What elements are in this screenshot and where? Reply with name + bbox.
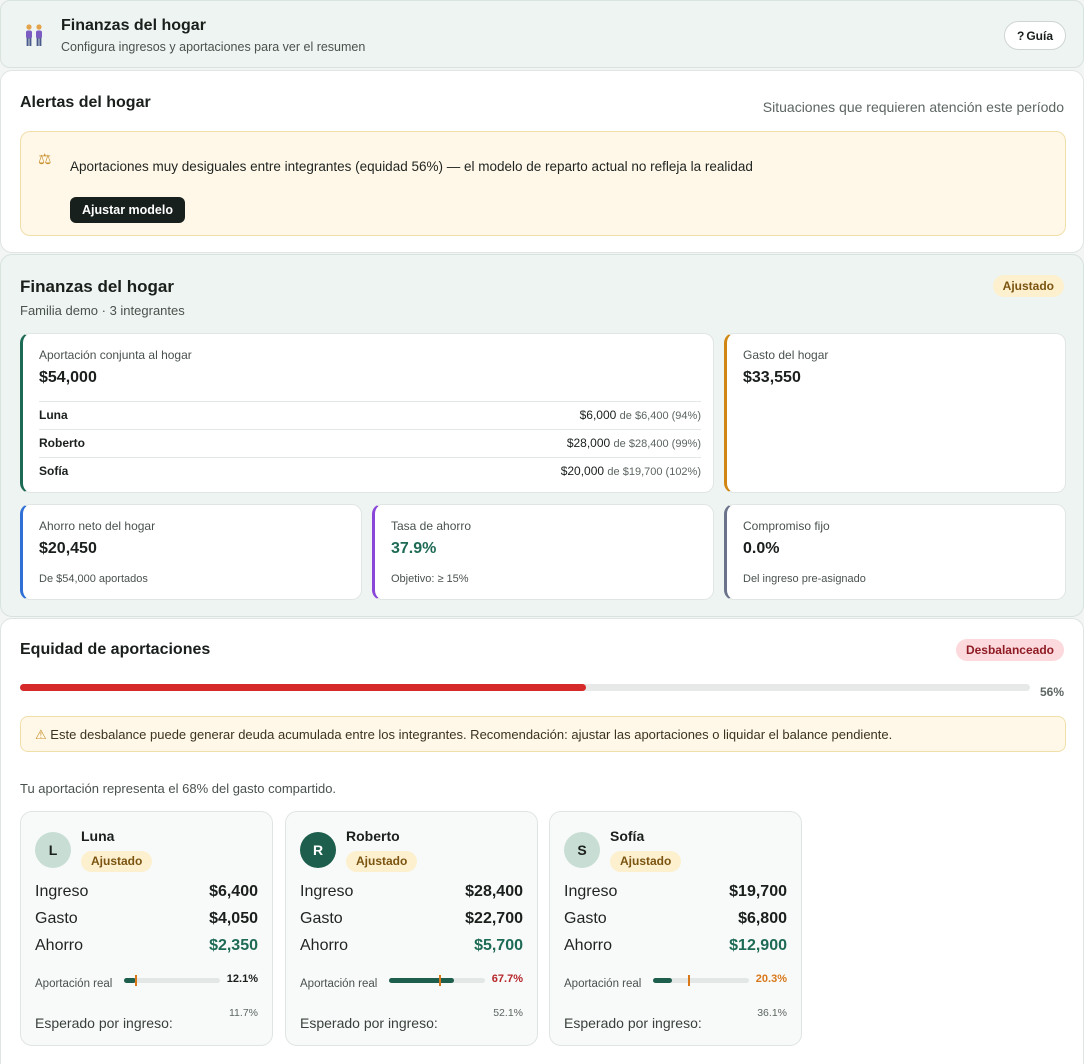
member-name: Luna xyxy=(39,408,68,422)
warning-icon: ⚠ xyxy=(35,727,47,742)
member-name: Roberto xyxy=(39,436,85,450)
rate-foot: Objetivo: ≥ 15% xyxy=(391,573,469,585)
alerts-hint: Situaciones que requieren atención este … xyxy=(762,99,1064,115)
app-subtitle: Configura ingresos y aportaciones para v… xyxy=(61,40,366,54)
expected-marker xyxy=(687,975,690,986)
avatar: L xyxy=(35,832,71,868)
spend-row: Gasto $22,700 xyxy=(300,910,523,927)
member-status-badge: Ajustado xyxy=(346,851,418,872)
savings-row: Ahorro $5,700 xyxy=(300,937,523,954)
expected-label: Esperado por ingreso: xyxy=(564,1015,702,1031)
alert-text: Aportaciones muy desiguales entre integr… xyxy=(70,159,753,174)
finances-card: Finanzas del hogar Familia demo · 3 inte… xyxy=(0,254,1084,617)
savings-row: Ahorro $2,350 xyxy=(35,937,258,954)
fixed-value: 0.0% xyxy=(743,540,780,557)
help-icon: ? xyxy=(1016,28,1025,43)
member-name: Sofía xyxy=(610,828,645,844)
member-card-luna: L Luna Ajustado Ingreso $6,400 Gasto $4,050 Aho… xyxy=(20,811,273,1046)
spend-row: Gasto $4,050 xyxy=(35,910,258,927)
member-card-roberto: R Roberto Ajustado Ingreso $28,400 Gasto $22,7… xyxy=(285,811,538,1046)
alert-item: ⚖ Aportaciones muy desiguales entre inte… xyxy=(20,131,1066,236)
member-status-badge: Ajustado xyxy=(81,851,153,872)
savings-label: Ahorro neto del hogar xyxy=(39,519,156,533)
member-amount: $20,000 de $19,700 (102%) xyxy=(560,464,701,478)
member-card-sofía: S Sofía Ajustado Ingreso $19,700 Gasto $6,800 A… xyxy=(549,811,802,1046)
savings-rate-tile: Tasa de ahorro 37.9% Objetivo: ≥ 15% xyxy=(372,504,714,600)
expected-marker xyxy=(439,975,442,986)
joint-value: $54,000 xyxy=(39,369,97,386)
app-title: Finanzas del hogar xyxy=(61,17,206,34)
equity-card: Equidad de aportaciones Desbalanceado 56… xyxy=(0,618,1084,1064)
fixed-foot: Del ingreso pre-asignado xyxy=(743,573,866,585)
income-row: Ingreso $28,400 xyxy=(300,883,523,900)
rate-label: Tasa de ahorro xyxy=(391,519,472,533)
imbalance-badge: Desbalanceado xyxy=(955,639,1064,661)
fixed-commitment-tile: Compromiso fijo 0.0% Del ingreso pre-asi… xyxy=(724,504,1066,600)
finances-title: Finanzas del hogar xyxy=(20,277,174,296)
member-amount: $6,000 de $6,400 (94%) xyxy=(579,408,701,422)
real-contribution-bar xyxy=(653,975,749,986)
member-name: Luna xyxy=(81,828,115,844)
expected-marker xyxy=(135,975,138,986)
savings-foot: De $54,000 aportados xyxy=(39,573,148,585)
warning-text: Este desbalance puede generar deuda acum… xyxy=(50,727,893,742)
household-spend-tile: Gasto del hogar $33,550 xyxy=(724,333,1066,493)
real-contribution-label: Aportación real xyxy=(35,978,113,990)
real-contribution-label: Aportación real xyxy=(300,978,378,990)
adjust-model-button[interactable]: Ajustar modelo xyxy=(70,197,185,223)
member-status-badge: Ajustado xyxy=(610,851,682,872)
real-contribution-pct: 20.3% xyxy=(755,973,787,985)
income-row: Ingreso $19,700 xyxy=(564,883,787,900)
income-row: Ingreso $6,400 xyxy=(35,883,258,900)
savings-row: Ahorro $12,900 xyxy=(564,937,787,954)
real-contribution-pct: 67.7% xyxy=(491,973,523,985)
expected-pct: 11.7% xyxy=(229,1007,258,1019)
alerts-card: Alertas del hogar Situaciones que requie… xyxy=(0,70,1084,253)
equity-title: Equidad de aportaciones xyxy=(20,641,211,658)
status-badge: Ajustado xyxy=(992,275,1064,297)
rate-value: 37.9% xyxy=(391,540,437,557)
fixed-label: Compromiso fijo xyxy=(743,519,830,533)
real-contribution-pct: 12.1% xyxy=(226,973,258,985)
real-contribution-fill xyxy=(124,978,136,983)
avatar: S xyxy=(564,832,600,868)
real-contribution-label: Aportación real xyxy=(564,978,642,990)
spend-label: Gasto del hogar xyxy=(743,348,829,362)
expected-pct: 52.1% xyxy=(493,1007,523,1019)
expected-label: Esperado por ingreso: xyxy=(300,1015,438,1031)
equity-pct: 56% xyxy=(1039,685,1064,699)
equity-progress xyxy=(20,684,1030,691)
real-contribution-bar xyxy=(124,975,220,986)
share-text: Tu aportación representa el 68% del gast… xyxy=(20,781,337,796)
member-amount: $28,000 de $28,400 (99%) xyxy=(566,436,701,450)
real-contribution-bar xyxy=(389,975,485,986)
scale-icon: ⚖ xyxy=(38,151,52,168)
expected-pct: 36.1% xyxy=(757,1007,787,1019)
member-name: Sofía xyxy=(39,464,69,478)
equity-progress-fill xyxy=(20,684,586,691)
finances-subtitle: Familia demo · 3 integrantes xyxy=(20,303,185,318)
imbalance-warning: ⚠ Este desbalance puede generar deuda ac… xyxy=(20,716,1066,752)
savings-value: $20,450 xyxy=(39,540,97,557)
alerts-title: Alertas del hogar xyxy=(20,94,151,111)
guide-label: Guía xyxy=(1026,28,1053,43)
contribution-row: Roberto $28,000 de $28,400 (99%) xyxy=(39,429,701,457)
member-name: Roberto xyxy=(346,828,400,844)
real-contribution-fill xyxy=(389,978,454,983)
expected-label: Esperado por ingreso: xyxy=(35,1015,173,1031)
contribution-row: Luna $6,000 de $6,400 (94%) xyxy=(39,401,701,429)
contribution-row: Sofía $20,000 de $19,700 (102%) xyxy=(39,457,701,485)
net-savings-tile: Ahorro neto del hogar $20,450 De $54,000… xyxy=(20,504,362,600)
joint-contribution-tile: Aportación conjunta al hogar $54,000 Lun… xyxy=(20,333,714,493)
avatar: R xyxy=(300,832,336,868)
spend-row: Gasto $6,800 xyxy=(564,910,787,927)
guide-button[interactable]: ? Guía xyxy=(1003,21,1066,50)
joint-label: Aportación conjunta al hogar xyxy=(39,348,192,362)
spend-value: $33,550 xyxy=(743,369,801,386)
real-contribution-fill xyxy=(653,978,673,983)
family-icon xyxy=(26,24,42,46)
top-bar: Finanzas del hogar Configura ingresos y … xyxy=(0,0,1084,68)
